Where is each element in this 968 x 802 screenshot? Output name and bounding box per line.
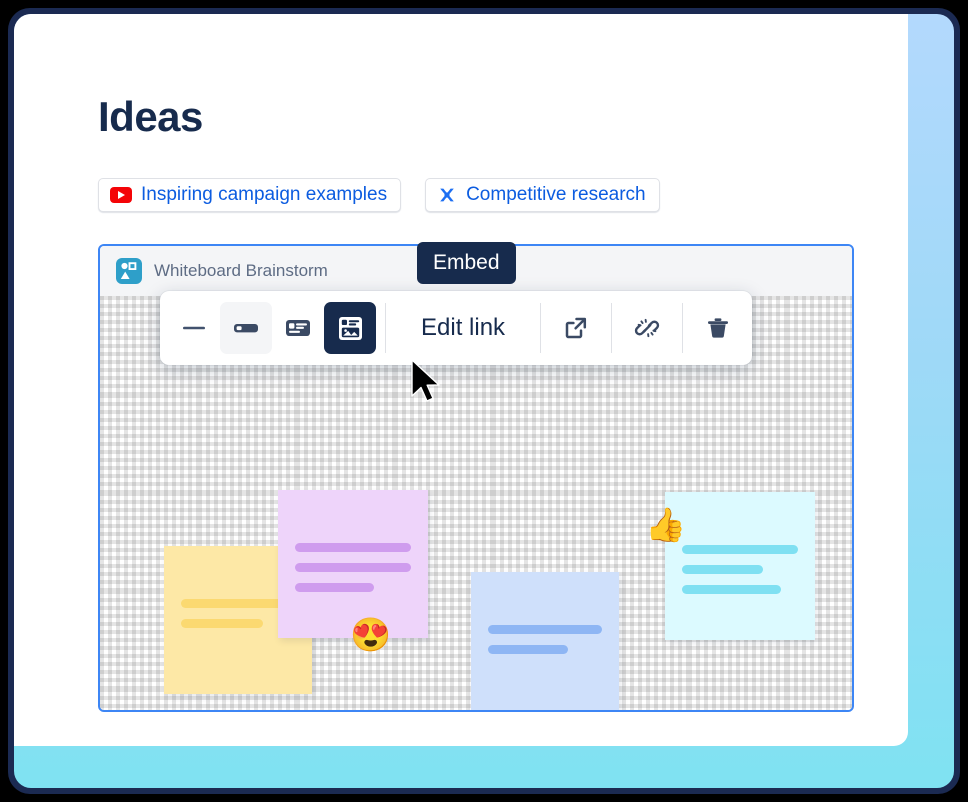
link-chip-youtube[interactable]: Inspiring campaign examples xyxy=(98,178,402,212)
delete-button[interactable] xyxy=(692,302,744,354)
sticky-note-text-line xyxy=(682,585,781,594)
device-frame: Ideas Inspiring campaign examples Compet… xyxy=(8,8,960,794)
sticky-note-text-line xyxy=(682,545,798,554)
toolbar-divider xyxy=(540,303,542,353)
embed-tooltip: Embed xyxy=(417,242,516,284)
edit-link-button[interactable]: Edit link xyxy=(395,302,531,354)
unlink-button[interactable] xyxy=(621,302,673,354)
embed-title: Whiteboard Brainstorm xyxy=(154,261,328,280)
open-in-new-icon xyxy=(565,317,587,339)
youtube-icon xyxy=(110,187,132,203)
sticky-note-text-line xyxy=(488,645,568,654)
sticky-note-text-line xyxy=(181,619,263,628)
sticky-note-text-line xyxy=(295,543,411,552)
embed-icon xyxy=(338,316,362,340)
sticky-note-text-line xyxy=(682,565,763,574)
toolbar-divider xyxy=(385,303,386,353)
sticky-note-text-line xyxy=(295,583,374,592)
unlink-icon xyxy=(634,318,660,338)
url-display-button[interactable] xyxy=(168,302,220,354)
link-chips-row: Inspiring campaign examples Competitive … xyxy=(98,178,660,212)
trash-icon xyxy=(708,318,729,338)
inline-display-button[interactable] xyxy=(220,302,272,354)
gradient-backdrop: Ideas Inspiring campaign examples Compet… xyxy=(14,14,954,788)
sticky-note-blue[interactable] xyxy=(471,572,619,710)
link-toolbar: Edit link xyxy=(160,291,753,365)
sticky-note-text-line xyxy=(295,563,411,572)
card-display-button[interactable] xyxy=(272,302,324,354)
heart-eyes-emoji[interactable]: 😍 xyxy=(350,618,391,651)
page-title: Ideas xyxy=(98,93,203,140)
toolbar-divider xyxy=(611,303,613,353)
whiteboard-app-icon xyxy=(116,258,142,284)
thumbs-up-emoji[interactable]: 👍 xyxy=(645,508,686,541)
open-in-new-button[interactable] xyxy=(550,302,602,354)
link-chip-label: Inspiring campaign examples xyxy=(141,184,388,205)
xmind-icon xyxy=(437,185,457,205)
card-icon xyxy=(286,320,310,336)
link-chip-label: Competitive research xyxy=(466,184,646,205)
toolbar-divider xyxy=(682,303,684,353)
link-chip-xmind[interactable]: Competitive research xyxy=(425,178,660,212)
content-card: Ideas Inspiring campaign examples Compet… xyxy=(14,14,908,746)
embed-display-button[interactable] xyxy=(324,302,376,354)
sticky-note-cyan[interactable] xyxy=(665,492,815,640)
sticky-note-text-line xyxy=(488,625,602,634)
url-dash-icon xyxy=(183,326,205,330)
inline-card-icon xyxy=(234,324,258,333)
